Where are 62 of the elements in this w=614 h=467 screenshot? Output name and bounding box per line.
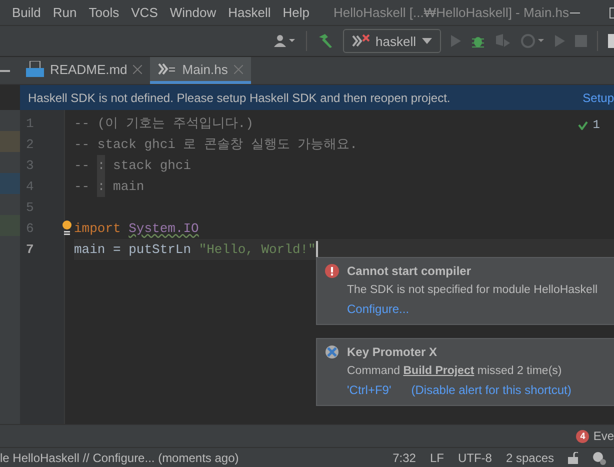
code-token: -- stack ghci 로 콘솔창 실행도 가능해요.	[74, 136, 358, 154]
status-item[interactable]: 7:32	[392, 450, 416, 464]
menu-item[interactable]: Window	[170, 5, 216, 20]
sdk-warning-text: Haskell SDK is not defined. Please setup Haskell SDK and then reopen project.	[28, 90, 450, 104]
code-token: --	[74, 157, 91, 175]
menu-item[interactable]: Tools	[88, 5, 120, 20]
run-icon[interactable]	[451, 35, 461, 47]
close-icon[interactable]	[234, 64, 243, 74]
play-icon[interactable]	[555, 35, 565, 47]
profiler-icon[interactable]	[521, 34, 545, 48]
hide-panel-icon[interactable]	[0, 68, 10, 72]
status-item[interactable]: LF	[430, 450, 444, 464]
event-count-badge[interactable]: 4	[576, 430, 590, 442]
line-number: 7	[25, 241, 35, 259]
notification-message: Command Build Project missed 2 time(s)	[346, 365, 563, 377]
code-token: "Hello, World!"	[198, 241, 316, 259]
code-token: -- (이 기호는 주석입니다.)	[74, 115, 254, 133]
error-icon	[325, 264, 339, 278]
haskell-x-icon	[352, 34, 370, 48]
coverage-icon[interactable]	[495, 34, 511, 48]
editor-tab[interactable]: Main.hs	[150, 57, 251, 84]
notification-link[interactable]: (Disable alert for this shortcut)	[411, 383, 572, 397]
window-title: HelloHaskell [...₩HelloHaskell] - Main.hs	[334, 5, 570, 20]
code-token: --	[74, 178, 91, 196]
setup-link[interactable]: Setup	[582, 90, 614, 104]
gutter-marker: :	[97, 155, 106, 176]
code-token: import	[74, 220, 122, 238]
notification-link[interactable]: Configure...	[347, 302, 410, 316]
status-message: le HelloHaskell // Configure... (moments ago)	[0, 450, 240, 464]
notification-message: The SDK is not specified for module HelloHaskell	[346, 284, 599, 296]
status-item[interactable]: UTF-8	[458, 450, 492, 464]
event-log-tab[interactable]: Eve	[593, 429, 614, 443]
markdown-file-icon	[26, 61, 44, 77]
tab-label: Main.hs	[182, 62, 228, 76]
text-caret	[316, 241, 318, 258]
code-token: main	[112, 178, 144, 196]
menu-item[interactable]: Build	[12, 5, 41, 20]
inspection-count[interactable]: 1	[592, 118, 600, 132]
haskell-file-icon	[158, 63, 176, 75]
menu-item[interactable]: VCS	[131, 5, 158, 20]
editor-tab[interactable]: README.md	[18, 57, 150, 84]
code-token: System.IO	[128, 220, 199, 238]
unlock-icon[interactable]	[568, 452, 578, 464]
menu-item[interactable]: Help	[282, 5, 310, 20]
hammer-icon[interactable]	[316, 33, 333, 49]
code-token: stack ghci	[112, 157, 192, 175]
gutter-marker: :	[97, 176, 106, 197]
lightbulb-icon[interactable]	[62, 220, 72, 235]
close-icon[interactable]	[133, 64, 142, 74]
tab-label: README.md	[50, 62, 128, 76]
menu-item[interactable]: Haskell	[228, 5, 271, 20]
user-icon[interactable]	[274, 34, 296, 48]
bug-icon[interactable]	[471, 34, 485, 48]
checkmark-icon	[578, 120, 588, 130]
status-item[interactable]: 2 spaces	[506, 450, 554, 464]
run-config-dropdown[interactable]: haskell	[342, 29, 441, 53]
notification-title: Cannot start compiler	[347, 264, 472, 278]
caret-icon	[422, 38, 432, 44]
notification-title: Key Promoter X	[347, 345, 438, 359]
menu-item[interactable]: Run	[52, 5, 77, 20]
code-token: main = putStrLn	[74, 241, 192, 259]
notification-link[interactable]: 'Ctrl+F9'	[347, 383, 392, 397]
